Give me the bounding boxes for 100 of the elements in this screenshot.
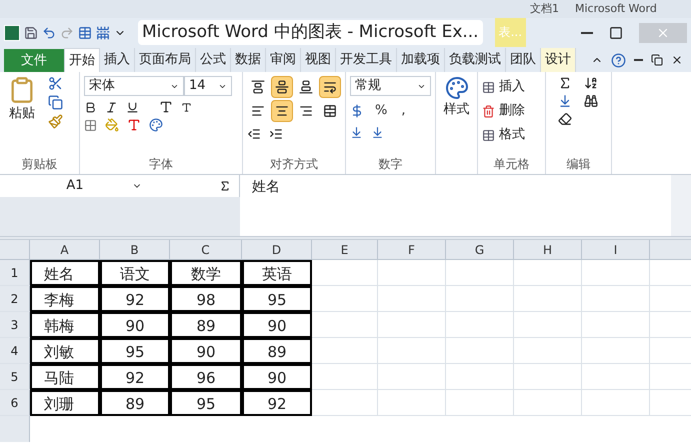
close-icon (671, 54, 683, 66)
table-cell: 92 (242, 390, 312, 416)
table-cell: 95 (100, 338, 170, 364)
font-size-field[interactable]: 14 (184, 76, 232, 96)
column-header[interactable]: E (312, 240, 378, 259)
alignment-icon (251, 80, 265, 94)
group-label: 编辑 (566, 156, 592, 173)
table-cell: 95 (170, 390, 242, 416)
row-header[interactable]: 6 (0, 390, 30, 415)
table-cell: 数学 (170, 260, 242, 286)
group-label: 数字 (378, 156, 404, 173)
table-cell: 89 (242, 338, 312, 364)
table-icon (78, 26, 92, 40)
column-header[interactable]: C (170, 240, 242, 259)
column-header[interactable]: D (242, 240, 312, 259)
font-color-icon (127, 118, 141, 132)
background-window-title: 文档1 (530, 0, 559, 17)
fill-icon (558, 94, 572, 108)
save-icon (24, 26, 38, 40)
column-header[interactable]: F (378, 240, 446, 259)
table-cell: 98 (170, 286, 242, 312)
row-header[interactable]: 1 (0, 260, 30, 285)
table-icon (482, 80, 495, 94)
styles-button[interactable]: 样式 (440, 76, 473, 154)
window-title: Microsoft Word 中的图表 - Microsoft Ex... (138, 20, 483, 46)
grow-font-icon (159, 100, 173, 114)
cut-icon (48, 76, 63, 91)
alignment-icon (299, 104, 313, 118)
table-cell: 89 (100, 390, 170, 416)
table-cell: 90 (100, 312, 170, 338)
comma-button[interactable]: , (398, 100, 408, 122)
group-label: 剪贴板 (20, 156, 58, 173)
percent-button[interactable]: % (372, 100, 390, 122)
ribbon-tab[interactable]: 设计 (541, 48, 576, 72)
excel-logo-icon (4, 24, 20, 40)
row-header[interactable]: 4 (0, 338, 30, 363)
table-cell: 韩梅 (30, 312, 100, 338)
find-icon (584, 94, 598, 108)
alignment-button[interactable] (271, 76, 293, 98)
redo-icon (60, 26, 74, 40)
context-tab-label: 表... (494, 18, 526, 47)
row-header[interactable]: 2 (0, 286, 30, 311)
cells-button[interactable]: 格式 (482, 124, 525, 146)
table-cell: 刘珊 (30, 390, 100, 416)
currency-icon (350, 104, 364, 118)
alignment-icon (323, 80, 337, 94)
minimize-icon[interactable] (581, 32, 593, 34)
table-cell: 英语 (242, 260, 312, 286)
alignment-icon (323, 104, 337, 118)
clear-icon (558, 112, 572, 126)
formula-scrollbar[interactable] (671, 175, 691, 236)
table-cell: 马陆 (30, 364, 100, 390)
cells-button[interactable]: 删除 (482, 100, 525, 122)
maximize-icon (609, 26, 623, 40)
table-cell: 李梅 (30, 286, 100, 312)
help-icon (611, 52, 626, 68)
column-header[interactable]: H (514, 240, 582, 259)
table-cell: 96 (170, 364, 242, 390)
table-cell: 89 (170, 312, 242, 338)
table-cell: 90 (242, 364, 312, 390)
copy-icon (48, 95, 63, 110)
column-header[interactable]: A (30, 240, 100, 259)
table-cell: 90 (242, 312, 312, 338)
format-painter-icon (48, 114, 63, 129)
group-label: 单元格 (492, 156, 530, 173)
font-name-field[interactable]: 宋体 (84, 76, 184, 96)
column-header[interactable]: B (100, 240, 170, 259)
paste-button[interactable]: 粘贴 (4, 76, 40, 154)
alignment-icon (299, 80, 313, 94)
row-header[interactable]: 5 (0, 364, 30, 389)
undo-icon (42, 26, 56, 40)
alignment-icon (275, 104, 289, 118)
table-icon (482, 128, 495, 142)
group-label: 对齐方式 (269, 156, 319, 173)
alignment-icon (275, 80, 289, 94)
number-format-field[interactable]: 常规 (350, 76, 431, 96)
table-cell: 92 (100, 286, 170, 312)
table-cell: 92 (100, 364, 170, 390)
formula-field[interactable]: 姓名 (240, 175, 671, 236)
decrease-indent-icon (247, 127, 261, 141)
shrink-font-icon (181, 102, 192, 112)
column-header[interactable]: G (446, 240, 514, 259)
fill-color-icon (105, 118, 119, 132)
table-cell: 姓名 (30, 260, 100, 286)
delete-icon (482, 104, 495, 118)
ribbon-tab[interactable]: 开始 (64, 48, 100, 72)
italic-icon (105, 100, 118, 114)
restore-icon (651, 54, 663, 66)
row-header[interactable]: 3 (0, 312, 30, 337)
palette-icon (444, 76, 468, 100)
alignment-button[interactable] (271, 100, 293, 122)
file-tab[interactable]: 文件 (4, 49, 64, 72)
increase-indent-icon (269, 127, 283, 141)
cells-button[interactable]: 插入 (482, 76, 525, 98)
underline-icon (126, 100, 139, 114)
table-cell: 语文 (100, 260, 170, 286)
function-icon[interactable] (219, 180, 231, 192)
column-header[interactable]: I (582, 240, 650, 259)
alignment-button[interactable] (319, 76, 341, 98)
borders-icon (84, 118, 97, 132)
